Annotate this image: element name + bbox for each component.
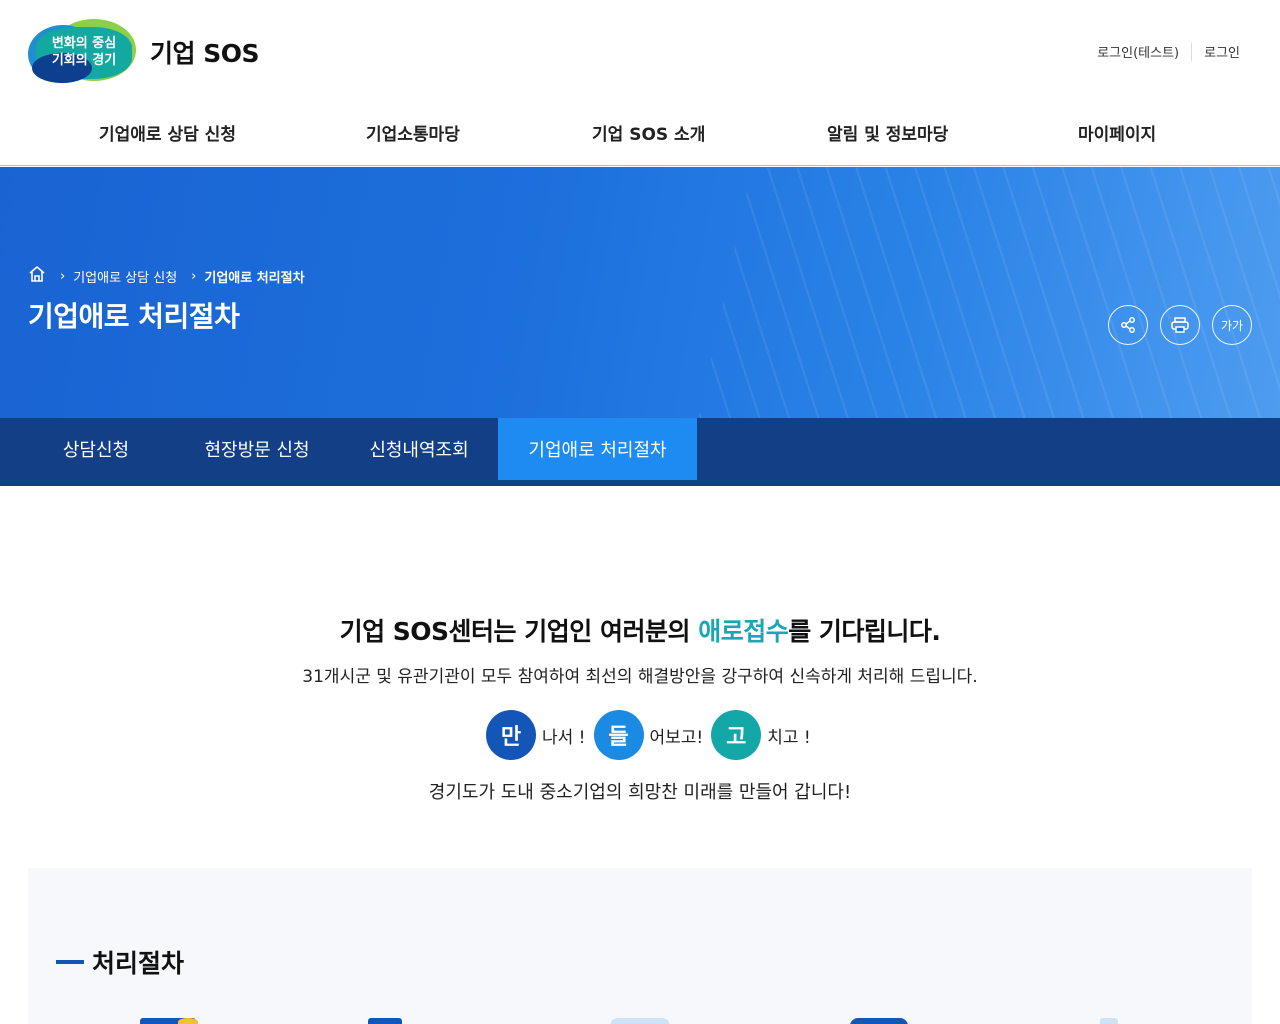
chevron-right-icon: ›	[191, 268, 197, 284]
page-title: 기업애로 처리절차	[28, 300, 240, 333]
nav-item-communication[interactable]: 기업소통마당	[366, 120, 460, 145]
section-title: 처리절차	[56, 944, 184, 980]
headline-text: 기업 SOS센터는 기업인 여러분의	[339, 617, 699, 646]
nav-item-about[interactable]: 기업 SOS 소개	[592, 120, 705, 145]
nav-item-notice[interactable]: 알림 및 정보마당	[827, 120, 948, 145]
tab-consult[interactable]: 상담신청	[28, 418, 164, 480]
logo-text: 변화의 중심 기회의 경기	[38, 35, 130, 69]
step-3-icon	[610, 1018, 670, 1024]
step-5-icon	[1100, 1018, 1118, 1024]
login-link[interactable]: 로그인	[1204, 42, 1240, 61]
slogan-text: 치고 !	[767, 727, 811, 748]
tab-site-visit[interactable]: 현장방문 신청	[182, 418, 332, 480]
slogan-row: 만 나서 ! 들 어보고! 고 치고 !	[486, 710, 819, 760]
page-visual-banner: › 기업애로 상담 신청 › 기업애로 처리절차 기업애로 처리절차 가가	[0, 167, 1280, 418]
nav-item-mypage[interactable]: 마이페이지	[1078, 120, 1156, 145]
process-section: 처리절차	[28, 868, 1252, 1024]
intro-section: 기업 SOS센터는 기업인 여러분의 애로접수를 기다립니다. 31개시군 및 …	[0, 612, 1280, 687]
step-1-icon-accent	[178, 1018, 198, 1024]
logo-line-1: 변화의 중심	[51, 36, 117, 51]
font-size-icon: 가가	[1220, 318, 1244, 333]
slogan-text: 어보고!	[649, 727, 704, 748]
slogan-badge-man: 만	[486, 710, 536, 760]
utility-links: 로그인(테스트) 로그인	[1097, 42, 1240, 61]
process-title: 처리절차	[92, 949, 185, 978]
share-button[interactable]	[1108, 305, 1148, 345]
divider	[1191, 42, 1193, 61]
intro-subtext: 31개시군 및 유관기관이 모두 참여하여 최선의 해결방안을 강구하여 신속하…	[302, 667, 978, 687]
slogan-text: 나서 !	[542, 727, 586, 748]
site-logo[interactable]: 변화의 중심 기회의 경기	[28, 19, 140, 85]
site-name[interactable]: 기업 SOS	[150, 34, 259, 70]
page-tools: 가가	[1108, 305, 1252, 345]
breadcrumb: › 기업애로 상담 신청 › 기업애로 처리절차	[28, 265, 305, 287]
breadcrumb-current: 기업애로 처리절차	[204, 270, 305, 286]
headline-text-end: 를 기다립니다.	[788, 617, 941, 646]
headline-highlight: 애로접수	[698, 617, 789, 646]
home-icon[interactable]	[28, 265, 46, 287]
breadcrumb-item[interactable]: 기업애로 상담 신청	[73, 267, 177, 286]
logo-line-2: 기회의 경기	[51, 53, 117, 68]
chevron-right-icon: ›	[60, 268, 66, 284]
closing-text: 경기도가 도내 중소기업의 희망찬 미래를 만들어 갑니다!	[428, 782, 852, 803]
site-header: 변화의 중심 기회의 경기 기업 SOS 로그인(테스트) 로그인 기업애로 상…	[0, 0, 1280, 166]
print-icon	[1171, 317, 1189, 333]
tab-process[interactable]: 기업애로 처리절차	[498, 418, 697, 480]
step-2-icon	[368, 1018, 402, 1024]
login-test-link[interactable]: 로그인(테스트)	[1097, 42, 1179, 61]
intro-headline: 기업 SOS센터는 기업인 여러분의 애로접수를 기다립니다.	[0, 612, 1280, 648]
title-bar	[56, 960, 84, 964]
print-button[interactable]	[1160, 305, 1200, 345]
slogan-badge-deul: 들	[593, 710, 644, 760]
sub-tabs: 상담신청 현장방문 신청 신청내역조회 기업애로 처리절차	[0, 418, 1280, 486]
step-4-icon	[850, 1018, 908, 1024]
nav-item-consult-request[interactable]: 기업애로 상담 신청	[99, 120, 236, 145]
building-background	[675, 167, 1280, 418]
main-nav: 기업애로 상담 신청 기업소통마당 기업 SOS 소개 알림 및 정보마당 마이…	[0, 112, 1280, 154]
tab-history[interactable]: 신청내역조회	[350, 418, 488, 480]
share-icon	[1121, 317, 1135, 333]
slogan-badge-go: 고	[711, 710, 762, 760]
font-size-button[interactable]: 가가	[1212, 305, 1252, 345]
